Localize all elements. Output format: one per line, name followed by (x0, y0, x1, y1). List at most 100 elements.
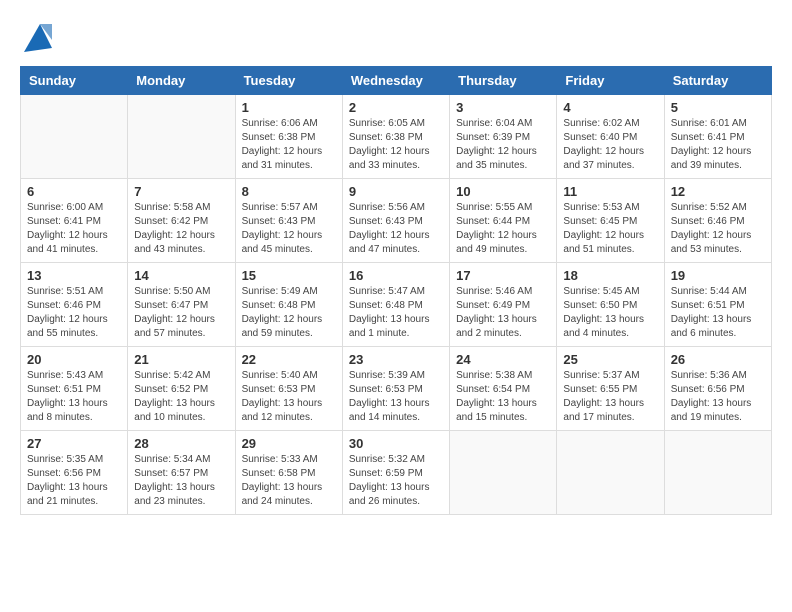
day-number: 6 (27, 184, 121, 199)
calendar-cell: 23 Sunrise: 5:39 AM Sunset: 6:53 PM Dayli… (342, 347, 449, 431)
day-info: Sunrise: 5:57 AM Sunset: 6:43 PM Dayligh… (242, 201, 336, 257)
day-info: Sunrise: 5:33 AM Sunset: 6:58 PM Dayligh… (242, 453, 336, 509)
calendar-cell: 26Sunrise: 5:36 AM Sunset: 6:56 PM Dayli… (664, 347, 771, 431)
day-info: Sunrise: 5:55 AM Sunset: 6:44 PM Dayligh… (456, 201, 550, 257)
days-header-row: SundayMondayTuesdayWednesdayThursdayFrid… (21, 67, 772, 95)
page-header (20, 20, 772, 56)
day-number: 12 (671, 184, 765, 199)
calendar-cell: 6 Sunrise: 6:00 AM Sunset: 6:41 PM Daylig… (21, 179, 128, 263)
calendar-cell: 17 Sunrise: 5:46 AM Sunset: 6:49 PM Dayli… (450, 263, 557, 347)
calendar-cell: 29 Sunrise: 5:33 AM Sunset: 6:58 PM Dayli… (235, 431, 342, 515)
day-number: 20 (27, 352, 121, 367)
week-row-1: 1Sunrise: 6:06 AM Sunset: 6:38 PM Daylig… (21, 95, 772, 179)
logo-icon (20, 20, 56, 56)
calendar-cell: 12 Sunrise: 5:52 AM Sunset: 6:46 PM Dayli… (664, 179, 771, 263)
calendar-cell: 3 Sunrise: 6:04 AM Sunset: 6:39 PM Daylig… (450, 95, 557, 179)
day-info: Sunrise: 5:34 AM Sunset: 6:57 PM Dayligh… (134, 453, 228, 509)
day-number: 18 (563, 268, 657, 283)
calendar-cell: 1Sunrise: 6:06 AM Sunset: 6:38 PM Daylig… (235, 95, 342, 179)
calendar-cell: 25 Sunrise: 5:37 AM Sunset: 6:55 PM Dayli… (557, 347, 664, 431)
day-header-thursday: Thursday (450, 67, 557, 95)
calendar-cell: 19 Sunrise: 5:44 AM Sunset: 6:51 PM Dayli… (664, 263, 771, 347)
week-row-5: 27 Sunrise: 5:35 AM Sunset: 6:56 PM Dayli… (21, 431, 772, 515)
calendar-cell: 15 Sunrise: 5:49 AM Sunset: 6:48 PM Dayli… (235, 263, 342, 347)
day-number: 22 (242, 352, 336, 367)
day-header-friday: Friday (557, 67, 664, 95)
day-info: Sunrise: 5:35 AM Sunset: 6:56 PM Dayligh… (27, 453, 121, 509)
day-info: Sunrise: 5:52 AM Sunset: 6:46 PM Dayligh… (671, 201, 765, 257)
day-info: Sunrise: 6:01 AM Sunset: 6:41 PM Dayligh… (671, 117, 765, 173)
day-number: 16 (349, 268, 443, 283)
day-info: Sunrise: 5:50 AM Sunset: 6:47 PM Dayligh… (134, 285, 228, 341)
calendar-cell: 2Sunrise: 6:05 AM Sunset: 6:38 PM Daylig… (342, 95, 449, 179)
day-info: Sunrise: 5:32 AM Sunset: 6:59 PM Dayligh… (349, 453, 443, 509)
calendar-cell: 16 Sunrise: 5:47 AM Sunset: 6:48 PM Dayli… (342, 263, 449, 347)
week-row-4: 20 Sunrise: 5:43 AM Sunset: 6:51 PM Dayli… (21, 347, 772, 431)
logo (20, 20, 56, 56)
calendar-cell (128, 95, 235, 179)
day-info: Sunrise: 5:39 AM Sunset: 6:53 PM Dayligh… (349, 369, 443, 425)
day-header-tuesday: Tuesday (235, 67, 342, 95)
day-info: Sunrise: 5:51 AM Sunset: 6:46 PM Dayligh… (27, 285, 121, 341)
calendar-cell: 4 Sunrise: 6:02 AM Sunset: 6:40 PM Daylig… (557, 95, 664, 179)
day-number: 4 (563, 100, 657, 115)
day-info: Sunrise: 5:53 AM Sunset: 6:45 PM Dayligh… (563, 201, 657, 257)
day-number: 3 (456, 100, 550, 115)
calendar-cell: 30Sunrise: 5:32 AM Sunset: 6:59 PM Dayli… (342, 431, 449, 515)
day-number: 21 (134, 352, 228, 367)
calendar-cell (664, 431, 771, 515)
week-row-2: 6 Sunrise: 6:00 AM Sunset: 6:41 PM Daylig… (21, 179, 772, 263)
calendar-cell (450, 431, 557, 515)
calendar-cell: 13 Sunrise: 5:51 AM Sunset: 6:46 PM Dayli… (21, 263, 128, 347)
day-info: Sunrise: 5:58 AM Sunset: 6:42 PM Dayligh… (134, 201, 228, 257)
day-info: Sunrise: 6:02 AM Sunset: 6:40 PM Dayligh… (563, 117, 657, 173)
calendar-cell: 14 Sunrise: 5:50 AM Sunset: 6:47 PM Dayli… (128, 263, 235, 347)
calendar-cell: 21 Sunrise: 5:42 AM Sunset: 6:52 PM Dayli… (128, 347, 235, 431)
day-info: Sunrise: 6:00 AM Sunset: 6:41 PM Dayligh… (27, 201, 121, 257)
day-header-wednesday: Wednesday (342, 67, 449, 95)
day-info: Sunrise: 5:38 AM Sunset: 6:54 PM Dayligh… (456, 369, 550, 425)
day-info: Sunrise: 5:56 AM Sunset: 6:43 PM Dayligh… (349, 201, 443, 257)
calendar-cell: 8Sunrise: 5:57 AM Sunset: 6:43 PM Daylig… (235, 179, 342, 263)
calendar-cell: 27 Sunrise: 5:35 AM Sunset: 6:56 PM Dayli… (21, 431, 128, 515)
day-number: 17 (456, 268, 550, 283)
day-number: 28 (134, 436, 228, 451)
day-info: Sunrise: 5:37 AM Sunset: 6:55 PM Dayligh… (563, 369, 657, 425)
day-number: 24 (456, 352, 550, 367)
day-number: 13 (27, 268, 121, 283)
day-info: Sunrise: 5:46 AM Sunset: 6:49 PM Dayligh… (456, 285, 550, 341)
calendar-cell: 24 Sunrise: 5:38 AM Sunset: 6:54 PM Dayli… (450, 347, 557, 431)
day-number: 29 (242, 436, 336, 451)
calendar-cell: 10Sunrise: 5:55 AM Sunset: 6:44 PM Dayli… (450, 179, 557, 263)
calendar-cell: 18Sunrise: 5:45 AM Sunset: 6:50 PM Dayli… (557, 263, 664, 347)
day-number: 9 (349, 184, 443, 199)
calendar-cell: 5Sunrise: 6:01 AM Sunset: 6:41 PM Daylig… (664, 95, 771, 179)
day-number: 25 (563, 352, 657, 367)
day-info: Sunrise: 5:40 AM Sunset: 6:53 PM Dayligh… (242, 369, 336, 425)
day-number: 1 (242, 100, 336, 115)
day-number: 14 (134, 268, 228, 283)
calendar-cell: 9 Sunrise: 5:56 AM Sunset: 6:43 PM Daylig… (342, 179, 449, 263)
day-info: Sunrise: 5:44 AM Sunset: 6:51 PM Dayligh… (671, 285, 765, 341)
day-info: Sunrise: 6:04 AM Sunset: 6:39 PM Dayligh… (456, 117, 550, 173)
day-header-monday: Monday (128, 67, 235, 95)
day-number: 11 (563, 184, 657, 199)
calendar-cell: 28 Sunrise: 5:34 AM Sunset: 6:57 PM Dayli… (128, 431, 235, 515)
day-number: 19 (671, 268, 765, 283)
day-info: Sunrise: 5:47 AM Sunset: 6:48 PM Dayligh… (349, 285, 443, 341)
day-info: Sunrise: 5:49 AM Sunset: 6:48 PM Dayligh… (242, 285, 336, 341)
day-number: 27 (27, 436, 121, 451)
calendar-cell (21, 95, 128, 179)
calendar-cell: 7Sunrise: 5:58 AM Sunset: 6:42 PM Daylig… (128, 179, 235, 263)
day-info: Sunrise: 5:43 AM Sunset: 6:51 PM Dayligh… (27, 369, 121, 425)
day-header-saturday: Saturday (664, 67, 771, 95)
day-info: Sunrise: 5:36 AM Sunset: 6:56 PM Dayligh… (671, 369, 765, 425)
calendar-cell (557, 431, 664, 515)
day-info: Sunrise: 5:42 AM Sunset: 6:52 PM Dayligh… (134, 369, 228, 425)
calendar-table: SundayMondayTuesdayWednesdayThursdayFrid… (20, 66, 772, 515)
day-header-sunday: Sunday (21, 67, 128, 95)
week-row-3: 13 Sunrise: 5:51 AM Sunset: 6:46 PM Dayli… (21, 263, 772, 347)
calendar-cell: 20 Sunrise: 5:43 AM Sunset: 6:51 PM Dayli… (21, 347, 128, 431)
day-number: 23 (349, 352, 443, 367)
day-number: 15 (242, 268, 336, 283)
